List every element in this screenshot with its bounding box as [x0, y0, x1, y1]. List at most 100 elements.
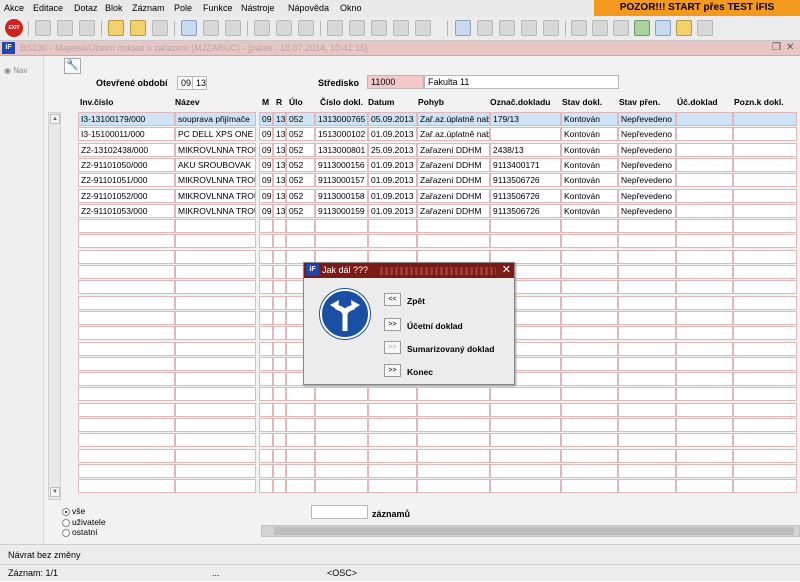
cell-name[interactable]: [175, 418, 256, 432]
cell-date[interactable]: [368, 433, 417, 448]
cell-name[interactable]: [175, 326, 256, 341]
table-row[interactable]: Z2-13102438/000 MIKROVLNNA TROU 09 13 052 131…: [78, 142, 800, 158]
menu-okno[interactable]: Okno: [340, 3, 362, 13]
cell-movement[interactable]: [417, 463, 490, 478]
cell-acc-doc[interactable]: [676, 463, 733, 478]
cell-doc-note[interactable]: [733, 387, 797, 402]
cell-date[interactable]: 01.09.2013 0: [368, 157, 417, 172]
cell-acc-doc[interactable]: [676, 203, 733, 218]
cell-doc-state[interactable]: [561, 387, 618, 402]
cell-doc-state[interactable]: [561, 295, 618, 310]
cell-date[interactable]: [368, 479, 417, 494]
cell-doc-state[interactable]: [561, 310, 618, 325]
exit-button[interactable]: EXIT: [5, 19, 23, 37]
menu-nastroje[interactable]: Nástroje: [241, 3, 275, 13]
cell-doc-number[interactable]: [315, 418, 368, 432]
back-button[interactable]: <<: [384, 293, 401, 306]
cell-doc-mark[interactable]: 9113400171: [490, 157, 561, 172]
cell-doc-state[interactable]: Kontován: [561, 112, 618, 126]
cell-inv-number[interactable]: Z2-13102438/000: [78, 142, 175, 157]
cell-doc-note[interactable]: [733, 356, 797, 371]
settings-icon[interactable]: [499, 20, 515, 36]
cell-inv-number[interactable]: [78, 418, 175, 432]
cell-acc-doc[interactable]: [676, 173, 733, 188]
cell-r[interactable]: [273, 295, 286, 310]
cell-name[interactable]: [175, 479, 256, 494]
cell-inv-number[interactable]: [78, 402, 175, 417]
cell-doc-mark[interactable]: 9113506726: [490, 173, 561, 188]
period-year-field[interactable]: 13: [192, 76, 207, 90]
cell-transfer-state[interactable]: [618, 402, 676, 417]
cell-inv-number[interactable]: [78, 341, 175, 356]
table-row[interactable]: [78, 418, 800, 433]
cell-transfer-state[interactable]: Nepřevedeno: [618, 203, 676, 218]
scroll-up-icon[interactable]: ▲: [50, 114, 60, 124]
cell-date[interactable]: [368, 234, 417, 249]
cell-name[interactable]: [175, 295, 256, 310]
cell-doc-mark[interactable]: [490, 387, 561, 402]
cell-inv-number[interactable]: [78, 463, 175, 478]
home-icon[interactable]: [79, 20, 95, 36]
cell-m[interactable]: [259, 418, 273, 432]
tools-icon[interactable]: [477, 20, 493, 36]
cell-inv-number[interactable]: [78, 372, 175, 387]
cell-m[interactable]: [259, 295, 273, 310]
calendar-icon[interactable]: [655, 20, 671, 36]
cell-r[interactable]: 13: [273, 203, 286, 218]
cell-ulo[interactable]: [286, 448, 315, 463]
cell-doc-note[interactable]: [733, 448, 797, 463]
cell-r[interactable]: [273, 234, 286, 249]
cell-inv-number[interactable]: [78, 387, 175, 402]
cell-doc-state[interactable]: [561, 479, 618, 494]
cell-r[interactable]: [273, 433, 286, 448]
cell-acc-doc[interactable]: [676, 249, 733, 264]
cell-inv-number[interactable]: [78, 265, 175, 279]
cell-acc-doc[interactable]: [676, 448, 733, 463]
cell-r[interactable]: [273, 249, 286, 264]
cut-icon[interactable]: [327, 20, 343, 36]
cell-transfer-state[interactable]: Nepřevedeno: [618, 127, 676, 142]
cell-r[interactable]: [273, 356, 286, 371]
cell-doc-number[interactable]: [315, 448, 368, 463]
cell-doc-mark[interactable]: [490, 479, 561, 494]
cell-doc-state[interactable]: [561, 372, 618, 387]
period-month-field[interactable]: 09: [177, 76, 193, 90]
end-button[interactable]: >>: [384, 364, 401, 377]
mail-icon[interactable]: [298, 20, 314, 36]
cell-doc-note[interactable]: [733, 479, 797, 494]
cell-name[interactable]: souprava přijímače: [175, 112, 256, 126]
table-row[interactable]: [78, 234, 800, 249]
cell-doc-number[interactable]: 1513000102: [315, 127, 368, 142]
wrench-icon[interactable]: 🔧: [64, 58, 81, 74]
cell-acc-doc[interactable]: [676, 280, 733, 295]
cell-inv-number[interactable]: [78, 219, 175, 234]
cell-acc-doc[interactable]: [676, 418, 733, 432]
cell-ulo[interactable]: [286, 219, 315, 234]
query-enter-icon[interactable]: [108, 20, 124, 36]
table-row[interactable]: I3-13100179/000 souprava přijímače 09 13 052…: [78, 112, 800, 127]
cell-movement[interactable]: Zař.az.úplatně nab: [417, 127, 490, 142]
cell-date[interactable]: [368, 219, 417, 234]
cell-acc-doc[interactable]: [676, 142, 733, 157]
cell-transfer-state[interactable]: Nepřevedeno: [618, 142, 676, 157]
cell-transfer-state[interactable]: [618, 219, 676, 234]
calculator-icon[interactable]: [455, 20, 471, 36]
cell-transfer-state[interactable]: [618, 310, 676, 325]
cell-inv-number[interactable]: Z2-91101052/000: [78, 188, 175, 203]
cell-doc-number[interactable]: [315, 387, 368, 402]
cell-name[interactable]: [175, 219, 256, 234]
cell-movement[interactable]: Zařazení DDHM: [417, 203, 490, 218]
cell-transfer-state[interactable]: [618, 341, 676, 356]
cell-inv-number[interactable]: [78, 295, 175, 310]
cell-r[interactable]: [273, 326, 286, 341]
cell-ulo[interactable]: [286, 418, 315, 432]
cell-inv-number[interactable]: [78, 448, 175, 463]
cell-doc-state[interactable]: [561, 280, 618, 295]
cell-doc-state[interactable]: [561, 448, 618, 463]
table-row[interactable]: I3-15100011/000 PC DELL XPS ONE 2 09 13 052 1…: [78, 127, 800, 142]
cell-movement[interactable]: [417, 402, 490, 417]
cell-m[interactable]: [259, 402, 273, 417]
cell-name[interactable]: MIKROVLNNA TROU: [175, 173, 256, 188]
cell-doc-number[interactable]: [315, 219, 368, 234]
cell-acc-doc[interactable]: [676, 402, 733, 417]
